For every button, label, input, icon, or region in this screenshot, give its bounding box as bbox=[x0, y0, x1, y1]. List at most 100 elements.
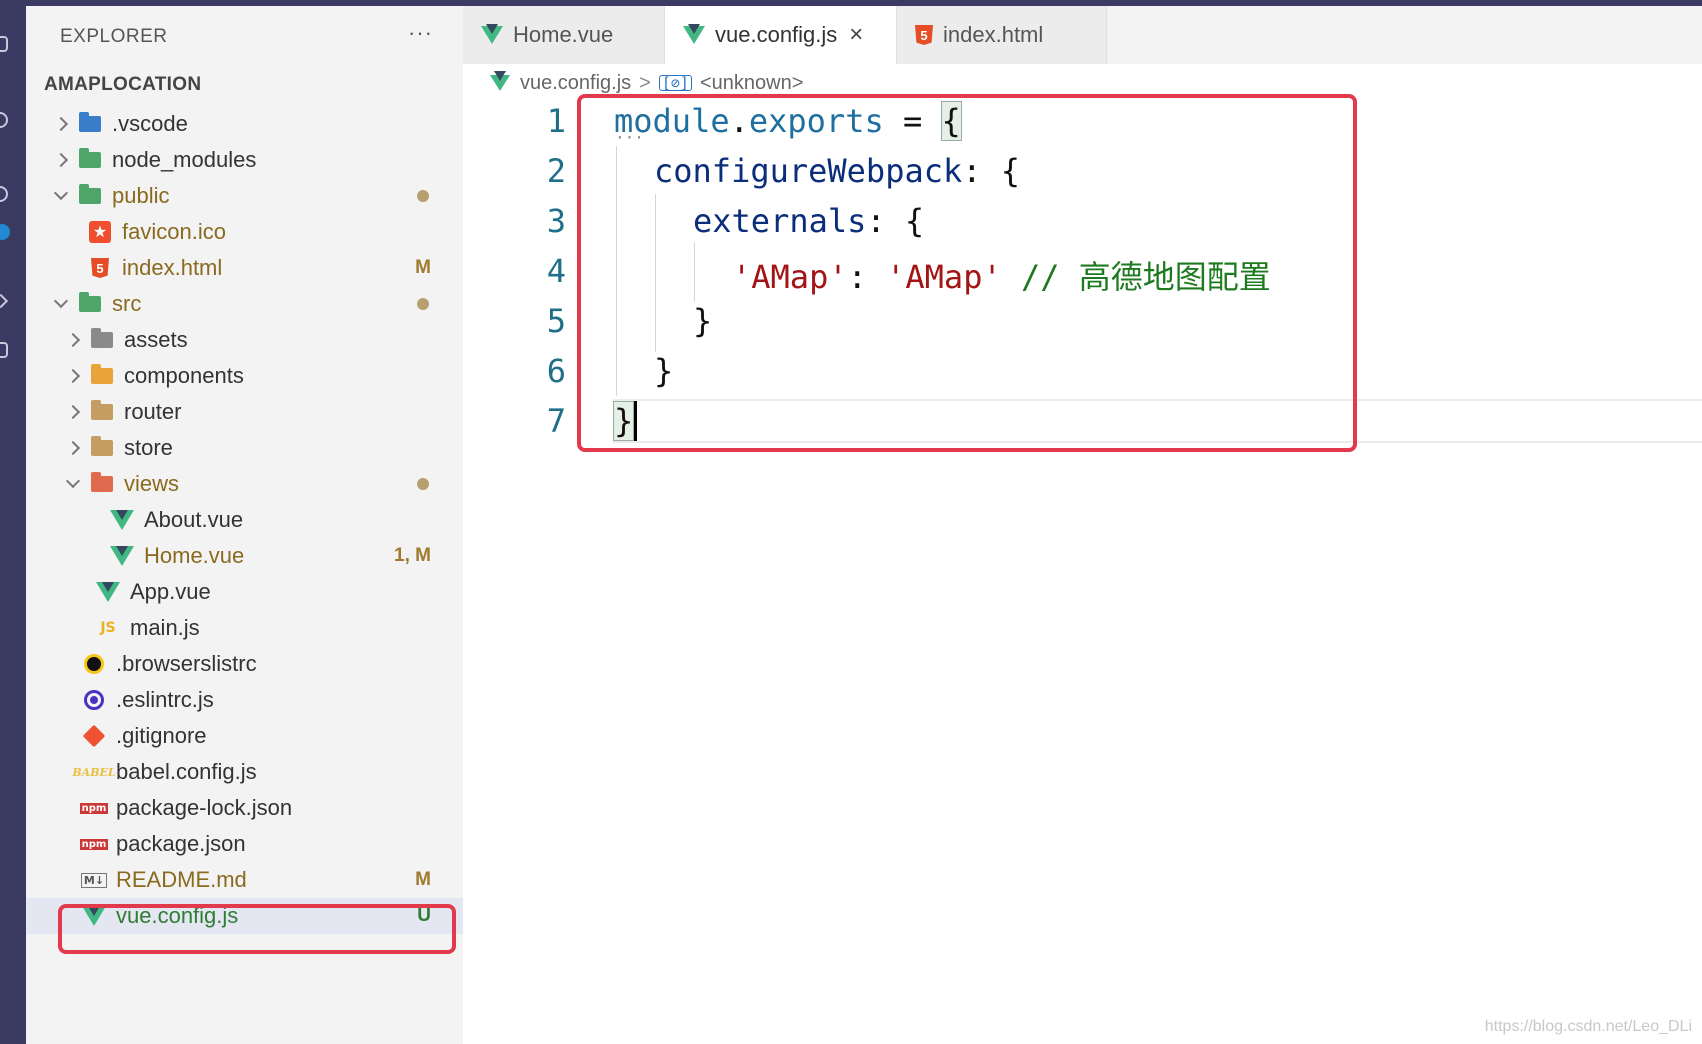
browserslist-icon bbox=[82, 652, 106, 676]
tree-item-vscode[interactable]: .vscode bbox=[26, 106, 463, 142]
watermark: https://blog.csdn.net/Leo_DLi bbox=[1484, 1018, 1692, 1035]
vue-icon bbox=[110, 508, 134, 532]
project-root[interactable]: AMAPLOCATION bbox=[36, 70, 201, 100]
search-activity-icon[interactable] bbox=[0, 112, 8, 128]
tree-item-label: src bbox=[112, 291, 142, 316]
chevron-right-icon[interactable] bbox=[65, 404, 81, 420]
favicon-icon: ★ bbox=[88, 220, 112, 244]
vue-icon bbox=[110, 544, 134, 568]
npm-icon: npm bbox=[79, 838, 109, 850]
git-status-badge: M bbox=[415, 257, 431, 278]
chevron-down-icon[interactable] bbox=[65, 473, 81, 489]
explorer-sidebar: EXPLORER ··· AMAPLOCATION .vscode node_m… bbox=[26, 6, 463, 1044]
chevron-right-icon[interactable] bbox=[65, 440, 81, 456]
tree-item-label: babel.config.js bbox=[116, 759, 257, 784]
markdown-icon: M↓ bbox=[80, 868, 108, 892]
tree-item-label: components bbox=[124, 363, 244, 388]
tree-item-readme[interactable]: M↓ README.md M bbox=[26, 862, 463, 898]
modified-dot bbox=[417, 298, 429, 310]
tree-item-label: .vscode bbox=[112, 111, 188, 136]
tree-item-package-lock[interactable]: npm package-lock.json bbox=[26, 790, 463, 826]
extensions-activity-icon[interactable] bbox=[0, 342, 8, 358]
tree-item-label: package.json bbox=[116, 831, 246, 856]
tree-item-label: About.vue bbox=[144, 507, 244, 532]
tree-item-label: .eslintrc.js bbox=[116, 687, 214, 712]
tree-item-label: index.html bbox=[122, 255, 223, 280]
tree-item-browserslistrc[interactable]: .browserslistrc bbox=[26, 646, 463, 682]
folder-src-icon bbox=[78, 292, 102, 316]
tree-item-label: Home.vue bbox=[144, 543, 245, 568]
tree-item-label: package-lock.json bbox=[116, 795, 293, 820]
line-number: 3 bbox=[546, 202, 566, 240]
chevron-down-icon[interactable] bbox=[53, 185, 69, 201]
vue-config-icon bbox=[490, 71, 510, 91]
source-control-activity-icon[interactable] bbox=[0, 186, 8, 202]
tree-item-eslintrc[interactable]: .eslintrc.js bbox=[26, 682, 463, 718]
tree-item-components[interactable]: components bbox=[26, 358, 463, 394]
breadcrumb-separator: > bbox=[639, 71, 651, 94]
tree-item-assets[interactable]: assets bbox=[26, 322, 463, 358]
tree-item-src[interactable]: src bbox=[26, 286, 463, 322]
babel-icon: BABEL bbox=[72, 765, 116, 779]
vue-icon bbox=[96, 580, 120, 604]
explorer-title: EXPLORER bbox=[60, 26, 168, 47]
editor-tabs: Home.vue vue.config.js × 5 index.html bbox=[463, 6, 1702, 64]
more-actions-icon[interactable]: ··· bbox=[408, 20, 433, 46]
tab-label: vue.config.js bbox=[715, 22, 838, 47]
html5-icon: 5 bbox=[88, 256, 112, 280]
tree-item-router[interactable]: router bbox=[26, 394, 463, 430]
line-number: 6 bbox=[546, 352, 566, 390]
tree-item-label: favicon.ico bbox=[122, 219, 226, 244]
line-number: 1 bbox=[546, 102, 566, 140]
git-status-badge: 1, M bbox=[394, 545, 431, 566]
tree-item-public[interactable]: public bbox=[26, 178, 463, 214]
tab-index-html[interactable]: 5 index.html bbox=[897, 6, 1107, 64]
tree-item-label: assets bbox=[124, 327, 188, 352]
close-icon[interactable]: × bbox=[849, 21, 863, 49]
tree-item-node-modules[interactable]: node_modules bbox=[26, 142, 463, 178]
tree-item-favicon[interactable]: ★ favicon.ico bbox=[26, 214, 463, 250]
modified-dot bbox=[417, 190, 429, 202]
tree-item-label: store bbox=[124, 435, 173, 460]
folder-components-icon bbox=[90, 364, 114, 388]
tree-item-about-vue[interactable]: About.vue bbox=[26, 502, 463, 538]
explorer-activity-icon[interactable] bbox=[0, 36, 8, 52]
tree-item-package-json[interactable]: npm package.json bbox=[26, 826, 463, 862]
tree-item-store[interactable]: store bbox=[26, 430, 463, 466]
tree-item-label: router bbox=[124, 399, 182, 424]
tree-item-gitignore[interactable]: .gitignore bbox=[26, 718, 463, 754]
activity-bar bbox=[0, 6, 26, 1044]
html5-icon: 5 bbox=[915, 25, 933, 45]
tree-item-label: node_modules bbox=[112, 147, 257, 172]
tree-item-label: views bbox=[124, 471, 180, 496]
line-number: 4 bbox=[546, 252, 566, 290]
tab-label: index.html bbox=[943, 22, 1044, 47]
project-root-label: AMAPLOCATION bbox=[44, 74, 202, 95]
tree-item-views[interactable]: views bbox=[26, 466, 463, 502]
folder-views-icon bbox=[90, 472, 114, 496]
vue-icon bbox=[481, 24, 503, 44]
tree-item-index-html[interactable]: 5 index.html M bbox=[26, 250, 463, 286]
git-icon bbox=[82, 724, 106, 748]
chevron-down-icon[interactable] bbox=[53, 293, 69, 309]
symbol-icon: [⊘] bbox=[658, 75, 692, 91]
eslint-icon bbox=[82, 688, 106, 712]
tree-item-babel-config[interactable]: BABEL babel.config.js bbox=[26, 754, 463, 790]
chevron-right-icon[interactable] bbox=[65, 332, 81, 348]
tree-item-main-js[interactable]: JS main.js bbox=[26, 610, 463, 646]
chevron-right-icon[interactable] bbox=[65, 368, 81, 384]
tab-home-vue[interactable]: Home.vue bbox=[463, 6, 665, 64]
breadcrumb-symbol[interactable]: <unknown> bbox=[700, 72, 803, 95]
highlight-box-code bbox=[577, 94, 1357, 452]
folder-vscode-icon bbox=[78, 112, 102, 136]
npm-icon: npm bbox=[79, 802, 109, 814]
chevron-right-icon[interactable] bbox=[53, 152, 69, 168]
tree-item-app-vue[interactable]: App.vue bbox=[26, 574, 463, 610]
tab-vue-config-js[interactable]: vue.config.js × bbox=[665, 6, 897, 64]
run-activity-icon[interactable] bbox=[0, 293, 9, 309]
tree-item-label: App.vue bbox=[130, 579, 211, 604]
breadcrumb-file[interactable]: vue.config.js bbox=[520, 72, 631, 95]
tree-item-label: public bbox=[112, 183, 170, 208]
chevron-right-icon[interactable] bbox=[53, 116, 69, 132]
tree-item-home-vue[interactable]: Home.vue 1, M bbox=[26, 538, 463, 574]
